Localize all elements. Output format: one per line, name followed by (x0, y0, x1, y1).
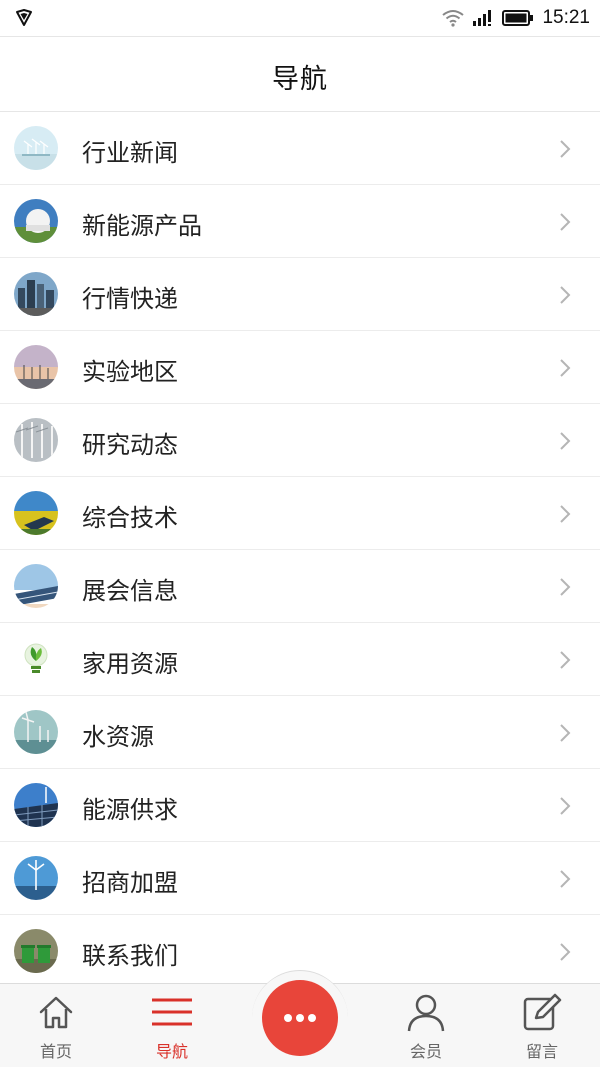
list-item[interactable]: 行情快递 (0, 258, 600, 331)
recycle-bins-thumb (14, 929, 58, 973)
list-item-label: 招商加盟 (82, 869, 178, 897)
shield-icon (16, 9, 32, 26)
status-bar: 15:21 (0, 0, 600, 36)
dome-building-thumb (14, 199, 58, 243)
list-item-label: 实验地区 (82, 358, 178, 386)
page-title: 导航 (272, 64, 328, 95)
wifi-icon (442, 10, 465, 27)
signal-icon (473, 10, 492, 26)
tab-label: 导航 (155, 1042, 188, 1061)
list-item[interactable]: 家用资源 (0, 623, 600, 696)
list-item-label: 行情快递 (82, 285, 178, 313)
green-bulb-thumb (14, 637, 58, 681)
edit-icon (523, 993, 562, 1031)
chevron-right-icon (560, 651, 571, 669)
tab-member[interactable]: 会员 (376, 984, 476, 1067)
offshore-turbine-thumb (14, 710, 58, 754)
tab-label: 首页 (39, 1042, 72, 1061)
tab-navigation[interactable]: 导航 (122, 984, 222, 1067)
chevron-right-icon (560, 870, 571, 888)
chevron-right-icon (560, 578, 571, 596)
user-icon (407, 994, 445, 1032)
list-item[interactable]: 招商加盟 (0, 842, 600, 915)
list-item-label: 展会信息 (82, 577, 178, 605)
list-item[interactable]: 展会信息 (0, 550, 600, 623)
turbine-ocean-thumb (14, 856, 58, 900)
list-item[interactable]: 实验地区 (0, 331, 600, 404)
list-item[interactable]: 行业新闻 (0, 112, 600, 185)
more-dots-icon (284, 1014, 316, 1022)
solar-panels-thumb (14, 564, 58, 608)
turbine-blades-thumb (14, 418, 58, 462)
tab-label: 留言 (525, 1042, 558, 1061)
tab-message[interactable]: 留言 (492, 984, 592, 1067)
chevron-right-icon (560, 724, 571, 742)
chevron-right-icon (560, 505, 571, 523)
list-item-label: 能源供求 (82, 796, 178, 824)
chevron-right-icon (560, 943, 571, 961)
bottom-nav: 首页 导航 会员 留言 (0, 970, 600, 1067)
nav-list: 行业新闻 新能源产品 行情快递 实验地区 研究动态 综合技术 展会信息 家用资源… (0, 112, 600, 988)
chevron-right-icon (560, 432, 571, 450)
chevron-right-icon (560, 140, 571, 158)
tab-home[interactable]: 首页 (6, 984, 106, 1067)
list-item-label: 综合技术 (82, 504, 178, 532)
list-item-label: 家用资源 (82, 650, 178, 678)
windfarm-sunset-thumb (14, 345, 58, 389)
list-item-label: 研究动态 (82, 431, 178, 459)
list-item-label: 新能源产品 (82, 212, 202, 240)
solar-field-thumb (14, 491, 58, 535)
app-screen: 15:21 导航 行业新闻 新能源产品 行情快递 实验地区 研究动态 综合技术 … (0, 0, 600, 1067)
list-item-label: 行业新闻 (82, 139, 178, 167)
chevron-right-icon (560, 286, 571, 304)
solar-turbine-thumb (14, 783, 58, 827)
chevron-right-icon (560, 213, 571, 231)
menu-icon (152, 998, 192, 1026)
list-item[interactable]: 能源供求 (0, 769, 600, 842)
home-icon (39, 996, 73, 1029)
battery-icon (502, 10, 534, 26)
list-item-label: 水资源 (82, 723, 154, 751)
list-item[interactable]: 研究动态 (0, 404, 600, 477)
list-item-label: 联系我们 (82, 942, 178, 970)
chevron-right-icon (560, 797, 571, 815)
tab-label: 会员 (409, 1042, 442, 1061)
status-time: 15:21 (542, 7, 590, 28)
list-item[interactable]: 水资源 (0, 696, 600, 769)
page-header: 导航 (0, 36, 600, 112)
wind-turbine-sky-thumb (14, 126, 58, 170)
chevron-right-icon (560, 359, 571, 377)
city-skyline-thumb (14, 272, 58, 316)
list-item[interactable]: 新能源产品 (0, 185, 600, 258)
list-item[interactable]: 综合技术 (0, 477, 600, 550)
more-button[interactable] (262, 980, 338, 1056)
